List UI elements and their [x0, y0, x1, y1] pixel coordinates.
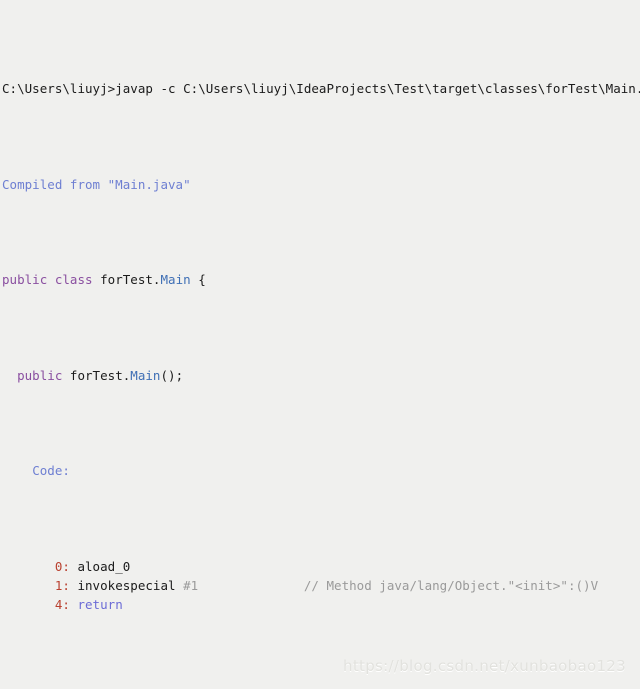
instruction-offset-label: 0: [47, 558, 70, 574]
instruction-offset-label: 1: [47, 577, 70, 593]
command-line: C:\Users\liuyj>javap -c C:\Users\liuyj\I… [0, 79, 640, 98]
ctor-type-name: Main [130, 367, 161, 383]
compiled-from-text: Compiled from "Main.java" [2, 176, 191, 192]
code-label: Code: [32, 463, 70, 479]
instruction-comment: // Method java/lang/Object."<init>":()V [303, 577, 599, 593]
bytecode-instruction-line: 0: aload_0 [0, 557, 640, 576]
constructor-declaration-line: public forTest.Main(); [0, 366, 640, 385]
class-package: forTest. [100, 272, 161, 288]
compiled-from-line: Compiled from "Main.java" [0, 175, 640, 194]
keyword-class: class [54, 272, 93, 288]
instruction-opcode: return [77, 596, 123, 612]
constructor-instruction-list: 0: aload_0 1: invokespecial #1 // Method… [0, 557, 640, 614]
instruction-opcode: invokespecial [77, 577, 176, 593]
javap-output-terminal[interactable]: C:\Users\liuyj>javap -c C:\Users\liuyj\I… [0, 0, 640, 689]
ctor-package: forTest. [69, 367, 131, 383]
class-type-name: Main [160, 272, 191, 288]
instruction-opcode: aload_0 [77, 558, 131, 574]
bytecode-instruction-line: 1: invokespecial #1 // Method java/lang/… [0, 576, 640, 595]
class-declaration-line: public class forTest.Main { [0, 270, 640, 289]
class-open-brace: { [198, 272, 206, 288]
instruction-offset-label: 4: [47, 596, 70, 612]
instruction-operand: #1 [183, 577, 199, 593]
javap-command: javap -c C:\Users\liuyj\IdeaProjects\Tes… [115, 81, 640, 97]
keyword-public: public [2, 272, 48, 288]
code-label-line: Code: [0, 461, 640, 480]
ctor-signature-tail: (); [160, 367, 184, 383]
bytecode-instruction-line: 4: return [0, 595, 640, 614]
shell-prompt: C:\Users\liuyj> [2, 81, 116, 97]
keyword-public: public [17, 367, 63, 383]
